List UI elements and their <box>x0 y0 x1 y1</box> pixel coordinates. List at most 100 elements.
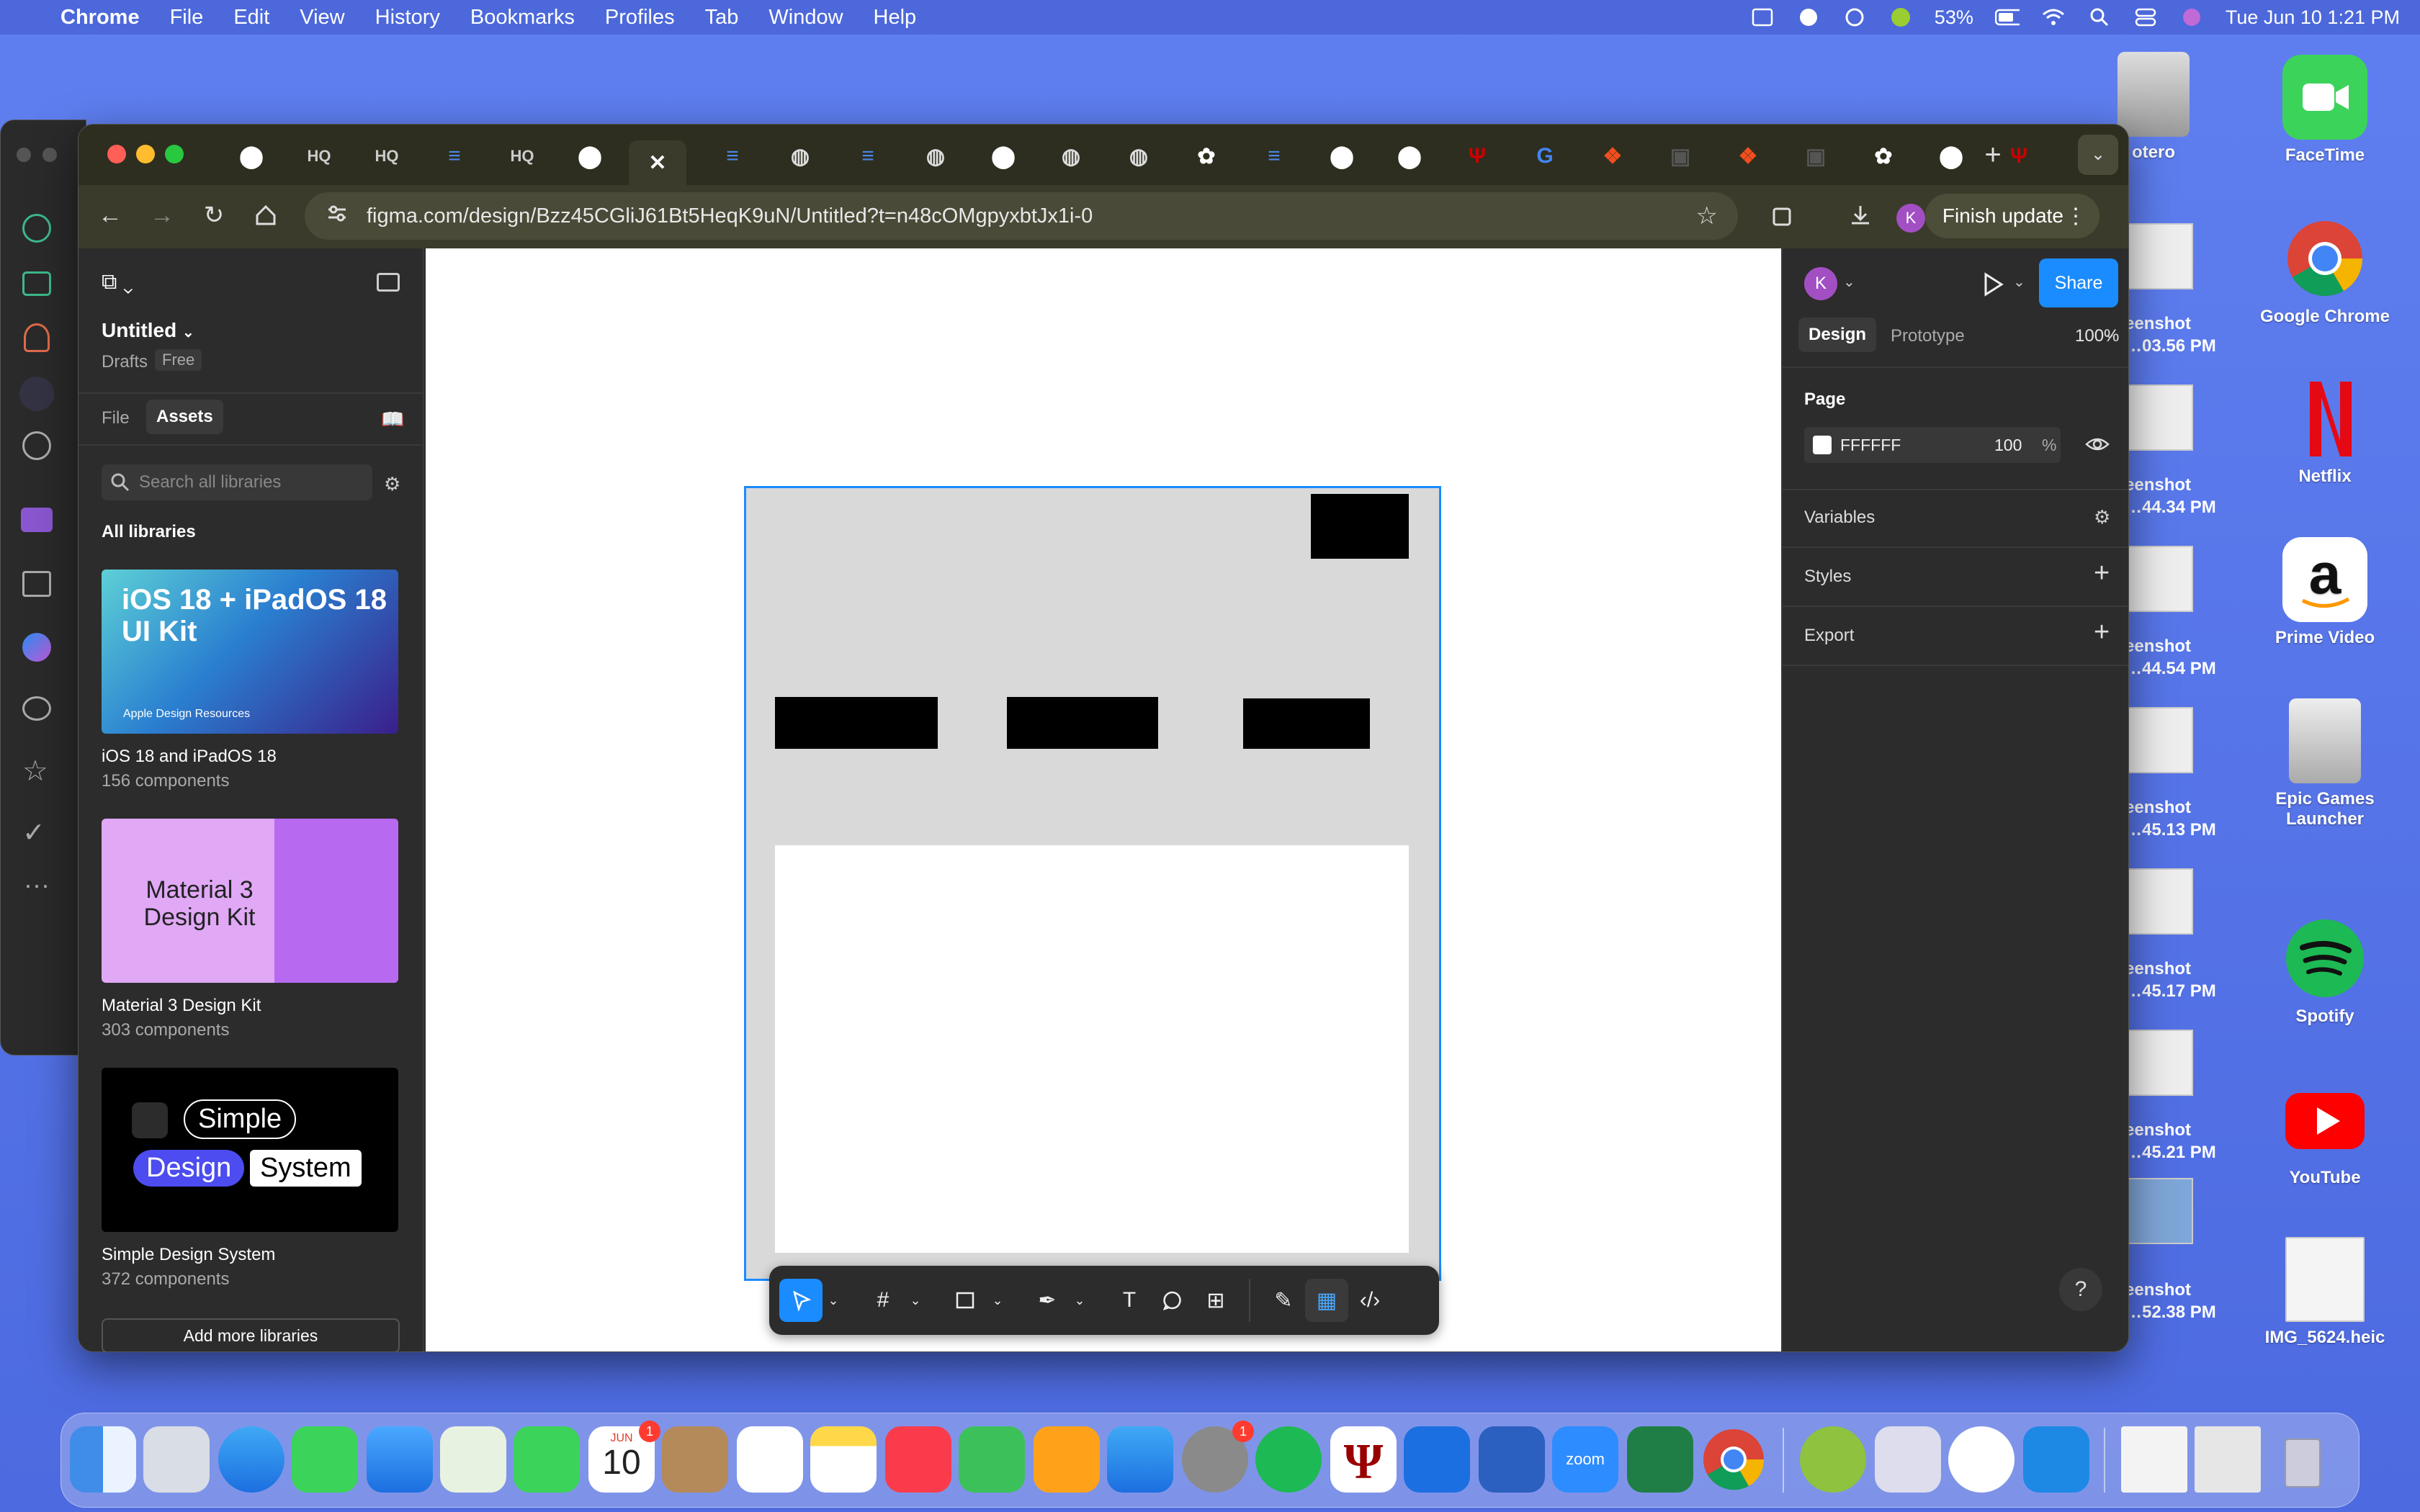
menu-app-name[interactable]: Chrome <box>60 6 140 30</box>
add-more-libraries-button[interactable]: Add more libraries <box>102 1318 400 1351</box>
browser-tab[interactable]: HQ <box>493 140 551 172</box>
desktop-google-chrome[interactable]: Google Chrome <box>2253 216 2397 327</box>
add-style-icon[interactable]: + <box>2094 558 2110 589</box>
download-icon[interactable] <box>1846 201 1875 230</box>
star-icon[interactable]: ☆ <box>22 757 51 786</box>
reload-button[interactable]: ↻ <box>200 201 228 230</box>
globe-icon[interactable] <box>22 214 51 243</box>
filter-icon[interactable]: ⚙ <box>384 473 405 495</box>
add-export-icon[interactable]: + <box>2094 617 2110 648</box>
rect-nav-1[interactable] <box>775 697 938 749</box>
export-section[interactable]: Export <box>1804 626 1854 646</box>
variables-section[interactable]: Variables <box>1804 508 1875 528</box>
menu-bookmarks[interactable]: Bookmarks <box>470 6 575 30</box>
excel-icon[interactable] <box>1627 1426 1693 1493</box>
screenshot-label[interactable]: eenshot …52.38 PM <box>2125 1279 2216 1323</box>
close-window-button[interactable] <box>107 145 126 163</box>
dev-mode-icon[interactable]: ‹/› <box>1348 1279 1392 1322</box>
address-bar[interactable]: figma.com/design/Bzz45CGliJ61Bt5HeqK9uN/… <box>305 192 1738 240</box>
maps-icon[interactable] <box>440 1426 506 1493</box>
rect-top-right[interactable] <box>1311 494 1409 559</box>
frame-selection[interactable] <box>744 486 1441 1281</box>
browser-tab[interactable]: Ψ <box>1448 140 1506 172</box>
help-button[interactable]: ? <box>2059 1268 2102 1311</box>
zoom-status-icon[interactable] <box>1796 6 1821 28</box>
calendar-icon[interactable]: JUN 10 1 <box>588 1421 660 1493</box>
page-opacity[interactable]: 100 <box>1994 436 2022 455</box>
mail-icon[interactable] <box>21 508 53 532</box>
preview-icon[interactable] <box>1875 1426 1941 1493</box>
desktop-facetime[interactable]: FaceTime <box>2253 55 2397 166</box>
library-thumb-simple[interactable]: Simple Design System <box>102 1068 398 1232</box>
comment-tool-icon[interactable] <box>1151 1279 1194 1322</box>
desktop-img-file[interactable]: IMG_5624.heic <box>2253 1237 2397 1348</box>
present-play-icon[interactable] <box>1978 270 2007 299</box>
browser-tab[interactable]: ⬤ <box>1922 140 1980 172</box>
more-icon[interactable]: ··· <box>24 872 53 898</box>
menu-view[interactable]: View <box>300 6 344 30</box>
zoom-icon[interactable]: zoom <box>1552 1426 1618 1493</box>
calendar-icon[interactable] <box>22 571 51 597</box>
browser-tab[interactable]: ⬤ <box>974 140 1032 172</box>
forward-button[interactable]: → <box>148 201 176 230</box>
figma-canvas[interactable] <box>426 248 1781 1351</box>
desktop-epic-games[interactable]: Epic Games Launcher <box>2253 698 2397 829</box>
browser-tab[interactable]: ▣ <box>1652 140 1709 172</box>
facetime-icon[interactable] <box>514 1426 580 1493</box>
library-name[interactable]: Simple Design System <box>102 1245 275 1265</box>
launchpad-icon[interactable] <box>143 1426 210 1493</box>
file-location[interactable]: Drafts <box>102 352 148 372</box>
styles-section[interactable]: Styles <box>1804 567 1851 587</box>
browser-tab[interactable]: ≡ <box>1245 140 1303 172</box>
library-book-icon[interactable]: 📖 <box>381 408 404 430</box>
browser-tab[interactable]: ≡ <box>704 140 761 172</box>
word-icon[interactable] <box>1479 1426 1545 1493</box>
safari-icon[interactable] <box>218 1426 284 1493</box>
people-icon[interactable] <box>22 696 51 721</box>
chrome-icon[interactable] <box>1700 1426 1767 1493</box>
battery-icon[interactable] <box>1994 6 2020 28</box>
zoom-window-button[interactable] <box>165 145 184 163</box>
tab-assets[interactable]: Assets <box>146 400 223 434</box>
browser-tab[interactable]: ≡ <box>839 140 897 172</box>
tab-design[interactable]: Design <box>1798 318 1877 352</box>
pages-icon[interactable] <box>1034 1426 1100 1493</box>
outlook-status-icon[interactable] <box>1750 6 1775 28</box>
reminders-icon[interactable] <box>737 1426 803 1493</box>
browser-tab[interactable]: HQ <box>358 140 416 172</box>
control-center-icon[interactable] <box>2133 6 2158 28</box>
desktop-prime-video[interactable]: a Prime Video <box>2253 537 2397 648</box>
briefcase-icon[interactable] <box>22 271 51 296</box>
page-color-field[interactable]: FFFFFF 100 % <box>1804 427 2061 463</box>
search-icon[interactable] <box>2087 6 2112 28</box>
add-icon[interactable] <box>22 431 51 460</box>
creative-cloud-icon[interactable] <box>1842 6 1867 28</box>
system-settings-icon[interactable]: 1 <box>1182 1421 1254 1493</box>
trash-icon[interactable] <box>2269 1426 2336 1493</box>
pen-tool-icon[interactable]: ✒ <box>1026 1279 1069 1322</box>
chevron-down-icon[interactable]: ⌄ <box>905 1279 926 1322</box>
frame-tool-icon[interactable]: # <box>861 1279 905 1322</box>
spotify-icon[interactable] <box>1255 1426 1322 1493</box>
menu-tab[interactable]: Tab <box>705 6 739 30</box>
browser-tab[interactable]: ⬤ <box>1313 140 1371 172</box>
browser-tab[interactable]: ◍ <box>907 140 964 172</box>
actions-tool-icon[interactable]: ⊞ <box>1194 1279 1237 1322</box>
browser-tab[interactable]: ≡ <box>426 140 483 172</box>
library-name[interactable]: iOS 18 and iPadOS 18 <box>102 747 277 767</box>
chevron-down-icon[interactable]: ⌄ <box>987 1279 1008 1322</box>
eye-icon[interactable] <box>2085 434 2110 454</box>
browser-tab[interactable]: ▣ <box>1787 140 1845 172</box>
menu-help[interactable]: Help <box>874 6 917 30</box>
draw-mode-icon[interactable]: ✎ <box>1262 1279 1305 1322</box>
rect-nav-2[interactable] <box>1007 697 1158 749</box>
browser-tab[interactable]: G <box>1516 140 1574 172</box>
browser-tab[interactable]: HQ <box>290 140 348 172</box>
menu-history[interactable]: History <box>375 6 440 30</box>
browser-tab[interactable]: ⬤ <box>223 140 280 172</box>
variables-settings-icon[interactable]: ⚙ <box>2094 506 2110 528</box>
back-button[interactable]: ← <box>96 201 125 230</box>
wifi-icon[interactable] <box>2041 6 2066 28</box>
color-swatch[interactable] <box>1813 436 1832 454</box>
move-tool-icon[interactable] <box>779 1279 823 1322</box>
